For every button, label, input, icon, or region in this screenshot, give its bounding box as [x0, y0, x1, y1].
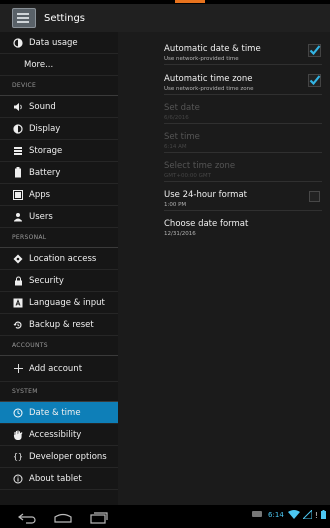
pref-set-date: Set date 6/6/2016	[164, 95, 322, 124]
hand-icon	[12, 429, 24, 441]
section-header-personal: PERSONAL	[0, 228, 118, 248]
checkmark-icon	[308, 74, 321, 87]
sidebar-item-accessibility[interactable]: Accessibility	[0, 424, 118, 446]
backup-icon	[12, 319, 24, 331]
sidebar-item-storage[interactable]: Storage	[0, 140, 118, 162]
sidebar-item-label: Security	[29, 275, 64, 286]
pref-summary: 12/31/2016	[164, 231, 196, 237]
sidebar-item-backup-reset[interactable]: Backup & reset	[0, 314, 118, 336]
settings-sidebar: Data usage More... DEVICE Sound Display …	[0, 32, 118, 505]
date-time-settings-panel: Automatic date & time Use network-provid…	[118, 32, 330, 505]
braces-icon: {}	[13, 452, 23, 461]
sidebar-item-add-account[interactable]: Add account	[0, 356, 118, 382]
pref-summary: Use network-provided time	[164, 56, 239, 62]
sidebar-item-label: Storage	[29, 145, 63, 156]
sidebar-item-label: Accessibility	[29, 429, 82, 440]
sidebar-item-label: Add account	[29, 363, 83, 374]
system-navigation-bar: 6:14 !	[0, 505, 330, 525]
sound-icon	[12, 101, 24, 113]
pref-title: Set time	[164, 132, 200, 142]
sidebar-item-label: More...	[24, 59, 54, 70]
sidebar-item-more[interactable]: More...	[0, 54, 118, 76]
sidebar-item-users[interactable]: Users	[0, 206, 118, 228]
language-icon	[12, 297, 24, 309]
sidebar-item-label: About tablet	[29, 473, 82, 484]
recents-icon[interactable]	[89, 509, 109, 528]
signal-icon	[301, 508, 313, 521]
pref-summary: 6:14 AM	[164, 144, 187, 150]
sidebar-item-developer-options[interactable]: {} Developer options	[0, 446, 118, 468]
pref-automatic-date-time[interactable]: Automatic date & time Use network-provid…	[164, 36, 322, 65]
checkmark-icon	[308, 44, 321, 57]
sidebar-item-language-input[interactable]: Language & input	[0, 292, 118, 314]
pref-title: Use 24-hour format	[164, 190, 247, 200]
status-area[interactable]: 6:14 !	[252, 508, 326, 522]
location-icon	[12, 253, 24, 265]
sidebar-item-label: Data usage	[29, 37, 78, 48]
pref-title: Set date	[164, 103, 200, 113]
sidebar-item-label: Battery	[29, 167, 61, 178]
automatic-time-zone-checkbox[interactable]	[308, 74, 321, 87]
app-title: Settings	[44, 12, 86, 24]
sidebar-item-label: Users	[29, 211, 53, 222]
sidebar-item-security[interactable]: Security	[0, 270, 118, 292]
sidebar-item-label: Location access	[29, 253, 97, 264]
sidebar-item-location-access[interactable]: Location access	[0, 248, 118, 270]
sidebar-item-label: Date & time	[29, 407, 81, 418]
storage-icon	[12, 145, 24, 157]
battery-icon	[12, 167, 24, 179]
pref-select-time-zone: Select time zone GMT+00:00 GMT	[164, 153, 322, 182]
clock-icon	[12, 407, 24, 419]
section-header-system: SYSTEM	[0, 382, 118, 402]
battery-status-icon	[321, 509, 326, 521]
sidebar-item-label: Language & input	[29, 297, 105, 308]
automatic-date-time-checkbox[interactable]	[308, 44, 321, 57]
action-bar: Settings	[0, 4, 330, 33]
pref-title: Choose date format	[164, 219, 249, 229]
users-icon	[12, 211, 24, 223]
sidebar-item-data-usage[interactable]: Data usage	[0, 32, 118, 54]
sidebar-item-battery[interactable]: Battery	[0, 162, 118, 184]
sidebar-item-date-time[interactable]: Date & time	[0, 402, 118, 424]
display-icon	[12, 123, 24, 135]
use-24-hour-format-checkbox[interactable]	[309, 191, 320, 202]
notification-icon	[252, 511, 263, 519]
pref-choose-date-format[interactable]: Choose date format 12/31/2016	[164, 211, 322, 239]
clock-time: 6:14	[268, 511, 284, 519]
wifi-icon	[287, 509, 300, 521]
apps-icon	[12, 189, 24, 201]
pref-set-time: Set time 6:14 AM	[164, 124, 322, 153]
settings-app-icon[interactable]	[12, 8, 36, 28]
lock-icon	[12, 275, 24, 287]
plus-icon	[12, 363, 24, 375]
info-icon	[12, 473, 24, 485]
alert-icon: !	[314, 510, 318, 520]
sidebar-item-label: Display	[29, 123, 61, 134]
pref-title: Automatic time zone	[164, 74, 253, 84]
pref-title: Automatic date & time	[164, 44, 261, 54]
pref-summary: 6/6/2016	[164, 115, 189, 121]
pref-automatic-time-zone[interactable]: Automatic time zone Use network-provided…	[164, 66, 322, 95]
sidebar-item-sound[interactable]: Sound	[0, 96, 118, 118]
sidebar-item-display[interactable]: Display	[0, 118, 118, 140]
section-header-accounts: ACCOUNTS	[0, 336, 118, 356]
sidebar-item-label: Sound	[29, 101, 56, 112]
sidebar-item-label: Apps	[29, 189, 51, 200]
sidebar-item-label: Developer options	[29, 451, 107, 462]
pref-summary: GMT+00:00 GMT	[164, 173, 211, 179]
sidebar-item-label: Backup & reset	[29, 319, 94, 330]
sidebar-item-apps[interactable]: Apps	[0, 184, 118, 206]
home-icon[interactable]	[53, 509, 73, 528]
pref-title: Select time zone	[164, 161, 236, 171]
status-accent-bar	[175, 0, 205, 3]
pref-summary: Use network-provided time zone	[164, 86, 254, 92]
pref-use-24-hour-format[interactable]: Use 24-hour format 1:00 PM	[164, 182, 322, 211]
sidebar-item-about-tablet[interactable]: About tablet	[0, 468, 118, 490]
back-icon[interactable]	[18, 509, 38, 528]
data-usage-icon	[12, 37, 24, 49]
section-header-device: DEVICE	[0, 76, 118, 96]
pref-summary: 1:00 PM	[164, 202, 187, 208]
